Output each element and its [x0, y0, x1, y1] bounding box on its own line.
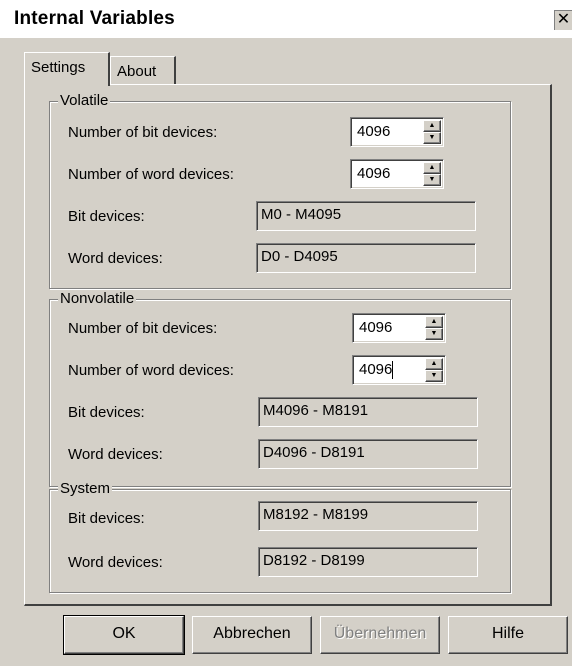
system-word-devices-field: D8192 - D8199 [258, 547, 478, 577]
volatile-group-label: Volatile [58, 92, 111, 110]
volatile-num-bit-spin-buttons[interactable]: ▲ ▼ [423, 120, 441, 144]
nonvolatile-num-word-label: Number of word devices: [68, 362, 234, 379]
tab-settings-label: Settings [31, 59, 86, 76]
system-bit-devices-field: M8192 - M8199 [258, 501, 478, 531]
volatile-num-word-spin-buttons[interactable]: ▲ ▼ [423, 162, 441, 186]
nonvolatile-word-devices-label: Word devices: [68, 446, 163, 463]
volatile-num-word-value[interactable]: 4096 [357, 165, 390, 183]
volatile-group: Volatile Number of bit devices: 4096 ▲ ▼… [49, 92, 511, 289]
spin-up-icon[interactable]: ▲ [423, 120, 441, 132]
tab-about[interactable]: About [110, 56, 176, 86]
volatile-num-bit-value[interactable]: 4096 [357, 123, 390, 141]
nonvolatile-num-bit-label: Number of bit devices: [68, 320, 218, 337]
spin-down-icon[interactable]: ▼ [425, 328, 443, 340]
nonvolatile-num-word-spin-buttons[interactable]: ▲ ▼ [425, 358, 443, 382]
nonvolatile-group: Nonvolatile Number of bit devices: 4096 … [49, 290, 511, 487]
cancel-button-label: Abbrechen [213, 625, 291, 642]
help-button-label: Hilfe [491, 625, 524, 642]
close-icon[interactable]: ✕ [554, 10, 572, 30]
volatile-bit-devices-field: M0 - M4095 [256, 201, 476, 231]
system-group: System Bit devices: M8192 - M8199 Word d… [49, 480, 511, 593]
volatile-num-bit-stepper[interactable]: 4096 ▲ ▼ [350, 117, 444, 147]
tab-settings[interactable]: Settings [24, 52, 110, 86]
spin-up-icon[interactable]: ▲ [423, 162, 441, 174]
apply-button-label: Übernehmen [333, 625, 427, 642]
spin-down-icon[interactable]: ▼ [423, 132, 441, 144]
spin-up-icon[interactable]: ▲ [425, 316, 443, 328]
volatile-num-word-label: Number of word devices: [68, 166, 234, 183]
internal-variables-dialog: Internal Variables ✕ Settings About Vola… [0, 0, 572, 666]
spin-down-icon[interactable]: ▼ [423, 174, 441, 186]
ok-button[interactable]: OK [63, 615, 185, 655]
nonvolatile-num-bit-spin-buttons[interactable]: ▲ ▼ [425, 316, 443, 340]
nonvolatile-num-bit-stepper[interactable]: 4096 ▲ ▼ [352, 313, 446, 343]
volatile-word-devices-label: Word devices: [68, 250, 163, 267]
tab-about-label: About [117, 63, 157, 80]
nonvolatile-bit-devices-field: M4096 - M8191 [258, 397, 478, 427]
volatile-word-devices-field: D0 - D4095 [256, 243, 476, 273]
cancel-button[interactable]: Abbrechen [192, 616, 312, 654]
title-bar[interactable]: Internal Variables ✕ [0, 0, 572, 38]
nonvolatile-bit-devices-label: Bit devices: [68, 404, 145, 421]
system-word-devices-label: Word devices: [68, 554, 163, 571]
spin-up-icon[interactable]: ▲ [425, 358, 443, 370]
volatile-bit-devices-label: Bit devices: [68, 208, 145, 225]
nonvolatile-num-word-stepper[interactable]: 4096 ▲ ▼ [352, 355, 446, 385]
help-button[interactable]: Hilfe [448, 616, 568, 654]
apply-button: Übernehmen [320, 616, 440, 654]
system-bit-devices-label: Bit devices: [68, 510, 145, 527]
system-group-label: System [58, 480, 113, 498]
window-title: Internal Variables [14, 8, 175, 29]
nonvolatile-num-word-value[interactable]: 4096 [359, 361, 394, 379]
spin-down-icon[interactable]: ▼ [425, 370, 443, 382]
nonvolatile-num-bit-value[interactable]: 4096 [359, 319, 392, 337]
volatile-num-word-stepper[interactable]: 4096 ▲ ▼ [350, 159, 444, 189]
nonvolatile-group-label: Nonvolatile [58, 290, 137, 308]
ok-button-label: OK [112, 625, 136, 642]
nonvolatile-word-devices-field: D4096 - D8191 [258, 439, 478, 469]
volatile-num-bit-label: Number of bit devices: [68, 124, 218, 141]
settings-tab-panel: Volatile Number of bit devices: 4096 ▲ ▼… [24, 84, 552, 606]
